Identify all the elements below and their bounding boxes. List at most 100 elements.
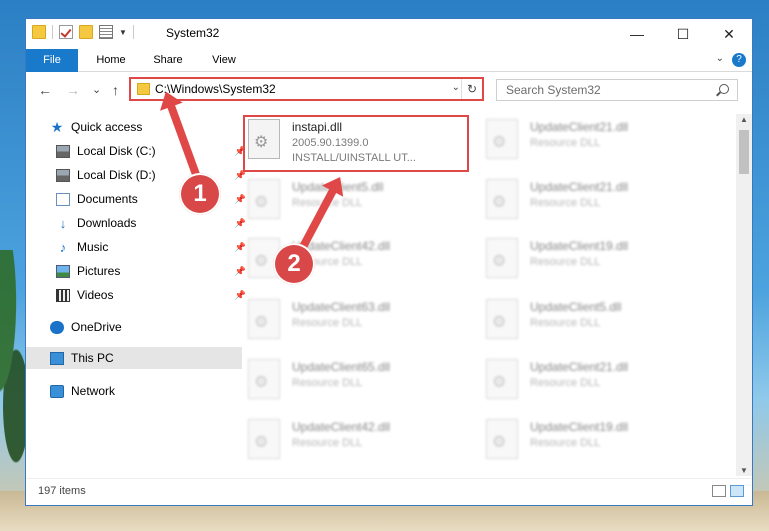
search-icon[interactable]: [719, 84, 729, 94]
address-bar[interactable]: C:\Windows\System32 ⌄ ↻: [129, 77, 484, 101]
dll-file-icon: [486, 299, 518, 339]
forward-button[interactable]: →: [66, 82, 80, 98]
sidebar-item-pictures[interactable]: Pictures 📌: [26, 260, 248, 282]
window-title: System32: [166, 26, 220, 40]
file-type: Resource DLL: [530, 317, 601, 329]
dll-file-icon: [248, 179, 280, 219]
file-name: UpdateClient19.dll: [530, 420, 629, 434]
file-item[interactable]: UpdateClient21.dll Resource DLL: [482, 116, 707, 174]
file-item[interactable]: UpdateClient21.dll Resource DLL: [482, 356, 707, 414]
dll-file-icon: [248, 419, 280, 459]
download-arrow-icon: ↓: [59, 215, 67, 231]
new-folder-icon[interactable]: [79, 25, 93, 39]
vertical-scrollbar[interactable]: ▲ ▼: [736, 114, 752, 476]
dll-file-icon: [486, 359, 518, 399]
title-bar: ▼ System32 — ☐ ✕: [26, 19, 752, 49]
sidebar-item-videos[interactable]: Videos 📌: [26, 284, 248, 306]
search-input[interactable]: Search System32: [496, 79, 738, 101]
sidebar-item-label: Pictures: [77, 264, 121, 278]
pictures-icon: [56, 264, 70, 278]
status-bar: 197 items: [26, 478, 752, 505]
quick-access-toolbar: ▼: [32, 25, 134, 39]
computer-icon: [50, 351, 64, 365]
file-type: Resource DLL: [292, 377, 363, 389]
dll-file-icon: [486, 419, 518, 459]
search-placeholder: Search System32: [506, 83, 601, 97]
dll-file-icon: [486, 119, 518, 159]
file-name: UpdateClient19.dll: [530, 239, 629, 253]
drive-icon: [56, 168, 70, 182]
dll-file-icon: [486, 238, 518, 278]
step-1-badge: 1: [179, 173, 221, 215]
sidebar-item-local-disk-c[interactable]: Local Disk (C:) 📌: [26, 140, 248, 162]
step-2-badge: 2: [273, 243, 315, 285]
help-icon[interactable]: ?: [732, 53, 746, 67]
tab-view[interactable]: View: [202, 49, 246, 71]
scroll-down-icon[interactable]: ▼: [740, 466, 748, 475]
file-item[interactable]: UpdateClient21.dll Resource DLL: [482, 176, 707, 234]
file-name: UpdateClient65.dll: [292, 360, 391, 374]
close-button[interactable]: ✕: [706, 19, 752, 49]
drive-icon: [56, 144, 70, 158]
refresh-button[interactable]: ↻: [461, 79, 482, 99]
explorer-window: ▼ System32 — ☐ ✕ File Home Share View ⌄ …: [25, 18, 753, 506]
file-item[interactable]: UpdateClient19.dll Resource DLL: [482, 235, 707, 293]
maximize-button[interactable]: ☐: [660, 19, 706, 49]
sidebar-item-label: OneDrive: [71, 320, 122, 334]
customize-dropdown-icon[interactable]: ▼: [119, 28, 127, 37]
minimize-button[interactable]: —: [614, 19, 660, 49]
music-note-icon: ♪: [59, 239, 67, 255]
dll-file-icon: [248, 359, 280, 399]
rename-icon[interactable]: [99, 25, 113, 39]
file-name: UpdateClient63.dll: [292, 300, 391, 314]
file-item[interactable]: UpdateClient5.dll Resource DLL: [244, 176, 469, 234]
up-button[interactable]: ↑: [112, 82, 119, 98]
sidebar-item-music[interactable]: ♪ Music 📌: [26, 236, 248, 258]
tab-share[interactable]: Share: [144, 49, 192, 71]
file-name: UpdateClient5.dll: [530, 300, 622, 314]
scroll-up-icon[interactable]: ▲: [740, 115, 748, 124]
sidebar-item-label: Local Disk (C:): [77, 144, 156, 158]
dll-file-icon: [486, 179, 518, 219]
folder-icon: [32, 25, 46, 39]
sidebar-item-label: Documents: [77, 192, 138, 206]
file-name: UpdateClient21.dll: [530, 120, 629, 134]
file-item[interactable]: UpdateClient65.dll Resource DLL: [244, 356, 469, 414]
sidebar-item-label: Network: [71, 384, 116, 398]
recent-locations-button[interactable]: ⌄: [92, 83, 101, 96]
documents-icon: [56, 192, 70, 206]
scroll-thumb[interactable]: [739, 130, 749, 174]
sidebar-item-label: Music: [77, 240, 109, 254]
file-item[interactable]: UpdateClient5.dll Resource DLL: [482, 296, 707, 354]
details-view-icon[interactable]: [712, 485, 726, 497]
back-button[interactable]: ←: [38, 82, 52, 98]
film-icon: [56, 288, 70, 302]
file-type: Resource DLL: [530, 197, 601, 209]
sidebar-item-network[interactable]: Network: [26, 380, 242, 402]
folder-icon: [137, 83, 150, 95]
address-dropdown-icon[interactable]: ⌄: [452, 82, 460, 93]
file-item[interactable]: UpdateClient42.dll Resource DLL: [244, 416, 469, 474]
tiles-view-icon[interactable]: [730, 485, 744, 497]
properties-check-icon[interactable]: [59, 25, 73, 39]
network-icon: [50, 384, 64, 398]
file-type: Resource DLL: [530, 137, 601, 149]
tab-home[interactable]: Home: [88, 49, 134, 71]
sidebar-item-label: Local Disk (D:): [77, 168, 156, 182]
file-name: UpdateClient42.dll: [292, 420, 391, 434]
file-type: Resource DLL: [530, 256, 601, 268]
sidebar-item-label: Downloads: [77, 216, 137, 230]
file-item[interactable]: UpdateClient63.dll Resource DLL: [244, 296, 469, 354]
sidebar-item-downloads[interactable]: ↓ Downloads 📌: [26, 212, 248, 234]
file-type: Resource DLL: [292, 317, 363, 329]
star-icon: ★: [50, 118, 64, 135]
file-type: Resource DLL: [292, 437, 363, 449]
expand-ribbon-chevron-icon[interactable]: ⌄: [716, 53, 724, 64]
sidebar-item-this-pc[interactable]: This PC: [26, 347, 242, 369]
ribbon-tabs: File Home Share View ⌄ ?: [26, 49, 752, 107]
file-name: UpdateClient21.dll: [530, 180, 629, 194]
file-item[interactable]: UpdateClient19.dll Resource DLL: [482, 416, 707, 474]
file-type: Resource DLL: [530, 377, 601, 389]
sidebar-item-onedrive[interactable]: OneDrive: [26, 316, 242, 338]
sidebar-item-quick-access[interactable]: ★ Quick access: [26, 116, 242, 138]
